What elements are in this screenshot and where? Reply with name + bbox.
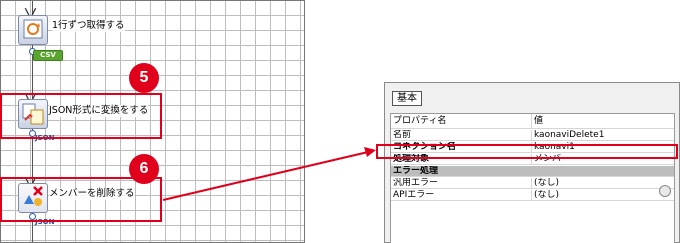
highlight-box xyxy=(0,93,162,139)
node-label: 1行ずつ取得する xyxy=(52,20,125,32)
highlight-box xyxy=(0,177,162,222)
dropdown-toggle-icon[interactable] xyxy=(659,185,671,197)
table-row[interactable]: 名前 kaonaviDelete1 xyxy=(391,130,674,141)
column-header-value: 値 xyxy=(534,116,544,126)
property-name: 汎用エラー xyxy=(393,178,439,188)
property-grid: プロパティ名 値 名前 kaonaviDelete1 コネクション名 kaona… xyxy=(390,113,675,243)
grid-header: プロパティ名 値 xyxy=(391,114,674,129)
csv-tag: CSV xyxy=(33,50,63,61)
section-row: エラー処理 xyxy=(391,166,674,177)
tab-basic[interactable]: 基本 xyxy=(392,91,422,106)
property-panel: 基本 プロパティ名 値 名前 kaonaviDelete1 コネクション名 ka… xyxy=(384,82,680,243)
step-badge: 5 xyxy=(129,63,159,93)
property-name: 名前 xyxy=(393,130,412,140)
property-value[interactable]: kaonaviDelete1 xyxy=(534,130,654,140)
column-header-property: プロパティ名 xyxy=(393,116,447,126)
table-row[interactable]: APIエラー (なし) xyxy=(391,190,674,201)
highlight-box xyxy=(376,144,678,159)
property-name: APIエラー xyxy=(393,190,435,200)
property-value[interactable]: (なし) xyxy=(534,190,654,200)
property-value[interactable]: (なし) xyxy=(534,178,654,188)
table-row[interactable]: 汎用エラー (なし) xyxy=(391,178,674,189)
section-title: エラー処理 xyxy=(393,166,439,176)
step-badge: 6 xyxy=(129,154,159,184)
loop-csv-icon[interactable] xyxy=(18,15,48,45)
